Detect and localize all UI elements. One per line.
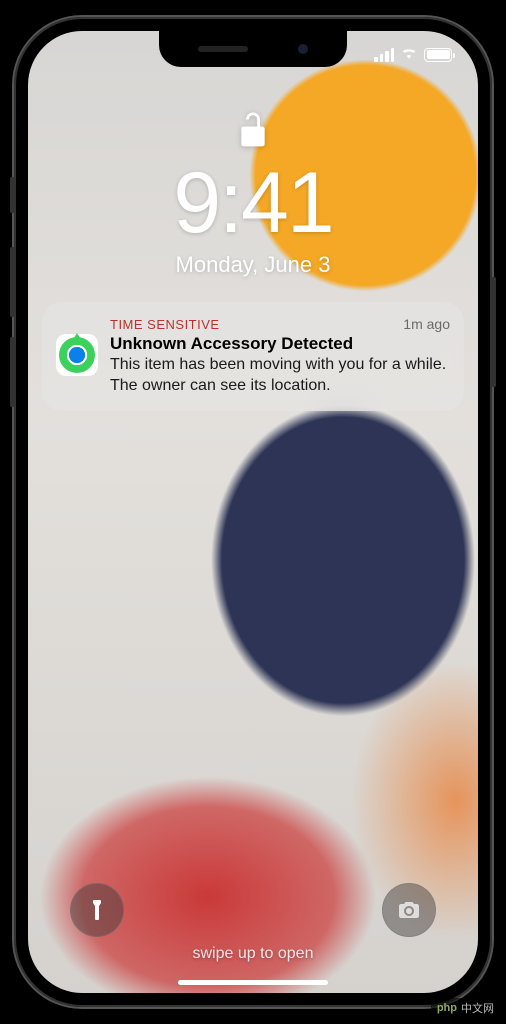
- lock-screen[interactable]: 9:41 Monday, June 3 TIME SENSITIVE 1m ag…: [28, 31, 478, 993]
- notification-body: TIME SENSITIVE 1m ago Unknown Accessory …: [110, 316, 450, 397]
- clock-area: 9:41 Monday, June 3: [28, 31, 478, 278]
- front-camera: [298, 44, 308, 54]
- watermark-prefix: php: [437, 1002, 457, 1014]
- silent-switch[interactable]: [10, 177, 14, 213]
- notification-title: Unknown Accessory Detected: [110, 334, 450, 354]
- battery-icon: [424, 48, 452, 62]
- time-sensitive-label: TIME SENSITIVE: [110, 317, 220, 332]
- flashlight-button[interactable]: [70, 883, 124, 937]
- watermark: php 中文网: [431, 998, 500, 1018]
- phone-frame: 9:41 Monday, June 3 TIME SENSITIVE 1m ag…: [14, 17, 492, 1007]
- speaker: [198, 46, 248, 52]
- volume-up-button[interactable]: [10, 247, 14, 317]
- swipe-hint: swipe up to open: [28, 945, 478, 963]
- notification-timestamp: 1m ago: [403, 316, 450, 332]
- date: Monday, June 3: [28, 252, 478, 278]
- camera-button[interactable]: [382, 883, 436, 937]
- time: 9:41: [28, 160, 478, 246]
- home-indicator[interactable]: [178, 980, 328, 985]
- watermark-text: 中文网: [461, 1000, 494, 1016]
- cellular-signal-icon: [374, 48, 394, 62]
- volume-down-button[interactable]: [10, 337, 14, 407]
- power-button[interactable]: [492, 277, 496, 387]
- find-my-icon: [56, 334, 98, 376]
- notch: [159, 31, 347, 67]
- wifi-icon: [400, 45, 418, 64]
- notification-card[interactable]: TIME SENSITIVE 1m ago Unknown Accessory …: [42, 302, 464, 411]
- unlock-icon: [28, 111, 478, 154]
- status-bar: [374, 45, 452, 64]
- notification-message: This item has been moving with you for a…: [110, 355, 450, 397]
